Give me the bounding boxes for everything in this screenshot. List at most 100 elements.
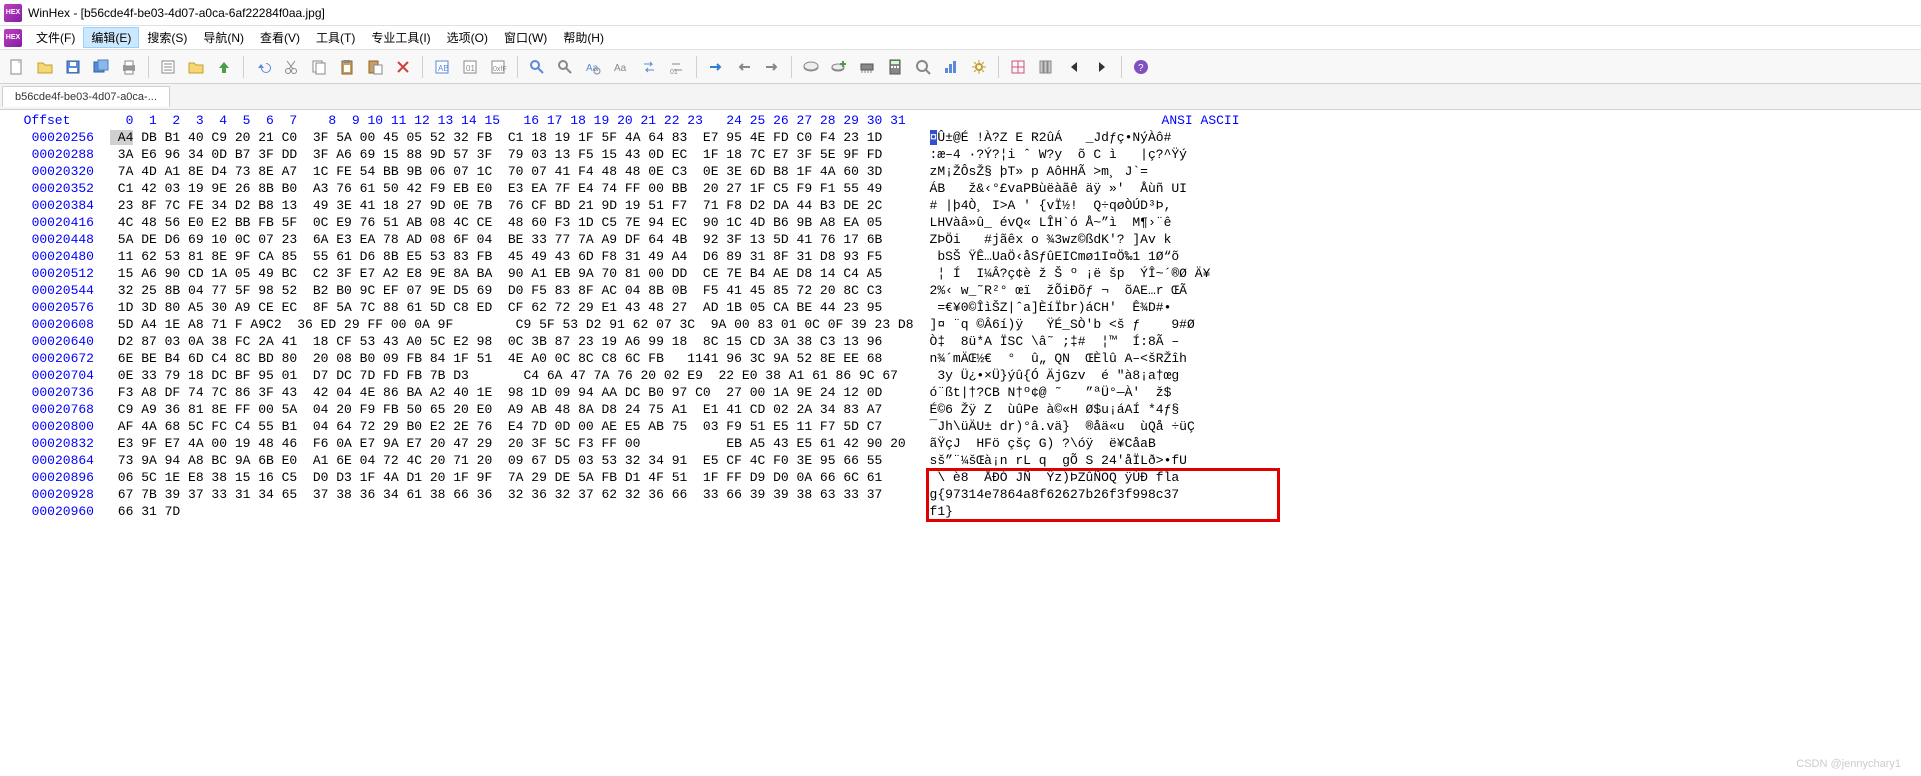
- menu-item-6[interactable]: 专业工具(I): [363, 27, 438, 48]
- ascii-row[interactable]: ]¤ ¨q ©Â6í)ÿ ŸÉ_SÒ'b <š ƒ 9#Ø: [930, 316, 1280, 333]
- folder-button[interactable]: [183, 54, 209, 80]
- hex-row[interactable]: 4C 48 56 E0 E2 BB FB 5F 0C E9 76 51 AB 0…: [110, 214, 914, 231]
- hex-row[interactable]: A4 DB B1 40 C9 20 21 C0 3F 5A 00 45 05 5…: [110, 129, 914, 146]
- delete-button[interactable]: [390, 54, 416, 80]
- offset-value[interactable]: 00020544: [0, 282, 94, 299]
- hex-row[interactable]: 66 31 7D: [110, 503, 914, 520]
- save-as-button[interactable]: [88, 54, 114, 80]
- forward-button[interactable]: [759, 54, 785, 80]
- hex-row[interactable]: 1D 3D 80 A5 30 A9 CE EC 8F 5A 7C 88 61 5…: [110, 299, 914, 316]
- offset-value[interactable]: 00020448: [0, 231, 94, 248]
- offset-value[interactable]: 00020640: [0, 333, 94, 350]
- hex-row[interactable]: 15 A6 90 CD 1A 05 49 BC C2 3F E7 A2 E8 9…: [110, 265, 914, 282]
- offset-value[interactable]: 00020864: [0, 452, 94, 469]
- disk-plus-button[interactable]: [826, 54, 852, 80]
- offset-value[interactable]: 00020480: [0, 248, 94, 265]
- undo-button[interactable]: [250, 54, 276, 80]
- offset-value[interactable]: 00020832: [0, 435, 94, 452]
- ascii-row[interactable]: g{97314e7864a8f62627b26f3f998c37: [930, 486, 1280, 503]
- menu-item-3[interactable]: 导航(N): [195, 27, 252, 48]
- hex-row[interactable]: C1 42 03 19 9E 26 8B B0 A3 76 61 50 42 F…: [110, 180, 914, 197]
- menu-item-4[interactable]: 查看(V): [252, 27, 308, 48]
- hex-row[interactable]: 73 9A 94 A8 BC 9A 6B E0 A1 6E 04 72 4C 2…: [110, 452, 914, 469]
- hex-row[interactable]: 6E BE B4 6D C4 8C BD 80 20 08 B0 09 FB 8…: [110, 350, 914, 367]
- offset-value[interactable]: 00020768: [0, 401, 94, 418]
- new-file-button[interactable]: [4, 54, 30, 80]
- copy-block-button[interactable]: AB: [429, 54, 455, 80]
- paste-button[interactable]: [362, 54, 388, 80]
- find-text-button[interactable]: Aa: [580, 54, 606, 80]
- hex-row[interactable]: 32 25 8B 04 77 5F 98 52 B2 B0 9C EF 07 9…: [110, 282, 914, 299]
- menu-item-1[interactable]: 编辑(E): [83, 27, 139, 48]
- replace2-button[interactable]: 01: [664, 54, 690, 80]
- open-file-button[interactable]: [32, 54, 58, 80]
- hex-row[interactable]: C9 A9 36 81 8E FF 00 5A 04 20 F9 FB 50 6…: [110, 401, 914, 418]
- properties-button[interactable]: [155, 54, 181, 80]
- offset-value[interactable]: 00020704: [0, 367, 94, 384]
- offset-value[interactable]: 00020384: [0, 197, 94, 214]
- ascii-row[interactable]: É©6 Žÿ Z ùûPe à©«H Ø$u¡áAÍ *4ƒ§: [930, 401, 1280, 418]
- ascii-row[interactable]: bSŠ ŸÊ…UaÖ‹åSƒûEICmø1I¤Ö‰1 1Ø“õ: [930, 248, 1280, 265]
- hex-row[interactable]: F3 A8 DF 74 7C 86 3F 43 42 04 4E 86 BA A…: [110, 384, 914, 401]
- file-tab[interactable]: b56cde4f-be03-4d07-a0ca-...: [2, 86, 170, 107]
- next-button[interactable]: [1089, 54, 1115, 80]
- menu-item-7[interactable]: 选项(O): [439, 27, 496, 48]
- columns-button[interactable]: [1033, 54, 1059, 80]
- position-button[interactable]: [1005, 54, 1031, 80]
- menu-item-8[interactable]: 窗口(W): [496, 27, 555, 48]
- find-button[interactable]: [524, 54, 550, 80]
- hex-row[interactable]: 5D A4 1E A8 71 F A9C2 36 ED 29 FF 00 0A …: [110, 316, 914, 333]
- offset-value[interactable]: 00020896: [0, 469, 94, 486]
- ascii-row[interactable]: =€¥0©ÎìŠZ|ˆa]ÈíÏbr)áCH'­ Ê¾D#•: [930, 299, 1280, 316]
- disk-button[interactable]: [798, 54, 824, 80]
- copy-button[interactable]: [306, 54, 332, 80]
- ascii-row[interactable]: \ è8 ÅÐÓ JÑ Ÿz)ÞZûÑOQ ÿÙÐ fla: [930, 469, 1280, 486]
- offset-value[interactable]: 00020256: [0, 129, 94, 146]
- hex-row[interactable]: 3A E6 96 34 0D B7 3F DD 3F A6 69 15 88 9…: [110, 146, 914, 163]
- ascii-row[interactable]: :æ–4 ·?Ý?¦i ˆ W?y õ C ì |ç?^Ÿý: [930, 146, 1280, 163]
- menu-item-5[interactable]: 工具(T): [308, 27, 363, 48]
- find-hex-button[interactable]: [552, 54, 578, 80]
- settings-button[interactable]: [966, 54, 992, 80]
- replace-button[interactable]: [636, 54, 662, 80]
- offset-value[interactable]: 00020288: [0, 146, 94, 163]
- offset-value[interactable]: 00020320: [0, 163, 94, 180]
- hex-row[interactable]: D2 87 03 0A 38 FC 2A 41 18 CF 53 43 A0 5…: [110, 333, 914, 350]
- hex-row[interactable]: 11 62 53 81 8E 9F CA 85 55 61 D6 8B E5 5…: [110, 248, 914, 265]
- offset-value[interactable]: 00020512: [0, 265, 94, 282]
- ascii-row[interactable]: ãŸçJ HFö çšç G) ?\óÿ ë¥CåaB: [930, 435, 1280, 452]
- ascii-row[interactable]: Ò‡ 8ü*A ÏSC \â˜ ;‡# ¦™ Í:8Ã –: [930, 333, 1280, 350]
- help-button[interactable]: ?: [1128, 54, 1154, 80]
- prev-button[interactable]: [1061, 54, 1087, 80]
- zoom-button[interactable]: [910, 54, 936, 80]
- ascii-row[interactable]: ¯Jh\üÄU± dr)°â.vä} ®åä«u ùQå ÷üÇ: [930, 418, 1280, 435]
- paste-block-button[interactable]: 01: [457, 54, 483, 80]
- hex-row[interactable]: 0E 33 79 18 DC BF 95 01 D7 DC 7D FD FB 7…: [110, 367, 914, 384]
- analyze-button[interactable]: [938, 54, 964, 80]
- hex-row[interactable]: 23 8F 7C FE 34 D2 B8 13 49 3E 41 18 27 9…: [110, 197, 914, 214]
- offset-value[interactable]: 00020736: [0, 384, 94, 401]
- cut-button[interactable]: [278, 54, 304, 80]
- ascii-row[interactable]: ÁB ž&‹°£vaPBùëàãê äÿ »' Åùñ UI: [930, 180, 1280, 197]
- menu-item-0[interactable]: 文件(F): [28, 27, 83, 48]
- offset-value[interactable]: 00020960: [0, 503, 94, 520]
- save-button[interactable]: [60, 54, 86, 80]
- ascii-row[interactable]: ¦ Í I¼Â?ç¢è ž Š º ¡ë šp ÝÎ~´®Ø Ä¥: [930, 265, 1280, 282]
- menu-item-2[interactable]: 搜索(S): [139, 27, 195, 48]
- ascii-row[interactable]: n¾´mÄŒ½€ ° û„ QN ŒÈlû A–<šRŽîh: [930, 350, 1280, 367]
- offset-value[interactable]: 00020608: [0, 316, 94, 333]
- hex-row[interactable]: E3 9F E7 4A 00 19 48 46 F6 0A E7 9A E7 2…: [110, 435, 914, 452]
- ascii-row[interactable]: 3y Ü¿•×Ü}ýû{Ó ÄjGzv é "à8¡a†œg: [930, 367, 1280, 384]
- up-button[interactable]: [211, 54, 237, 80]
- offset-value[interactable]: 00020800: [0, 418, 94, 435]
- ascii-row[interactable]: ¤Û±@É !À?Z E R2ûÁ _Jdƒç•NýÀô#: [930, 129, 1280, 146]
- go-to-button[interactable]: [703, 54, 729, 80]
- hex-row[interactable]: 7A 4D A1 8E D4 73 8E A7 1C FE 54 BB 9B 0…: [110, 163, 914, 180]
- offset-value[interactable]: 00020576: [0, 299, 94, 316]
- ascii-row[interactable]: zM¡ŽÔsŽ§ þT» p AôHHÃ >m¸ J`=: [930, 163, 1280, 180]
- ascii-row[interactable]: 2%‹ w_˜R²° œï žÕiÐõƒ ¬ õAE…r ŒÃ: [930, 282, 1280, 299]
- hex-row[interactable]: 06 5C 1E E8 38 15 16 C5 D0 D3 1F 4A D1 2…: [110, 469, 914, 486]
- ascii-row[interactable]: sš”¨¼šŒà¡n rL q gÕ S 24'åÏLð>•fU: [930, 452, 1280, 469]
- hex-row[interactable]: AF 4A 68 5C FC C4 55 B1 04 64 72 29 B0 E…: [110, 418, 914, 435]
- offset-value[interactable]: 00020416: [0, 214, 94, 231]
